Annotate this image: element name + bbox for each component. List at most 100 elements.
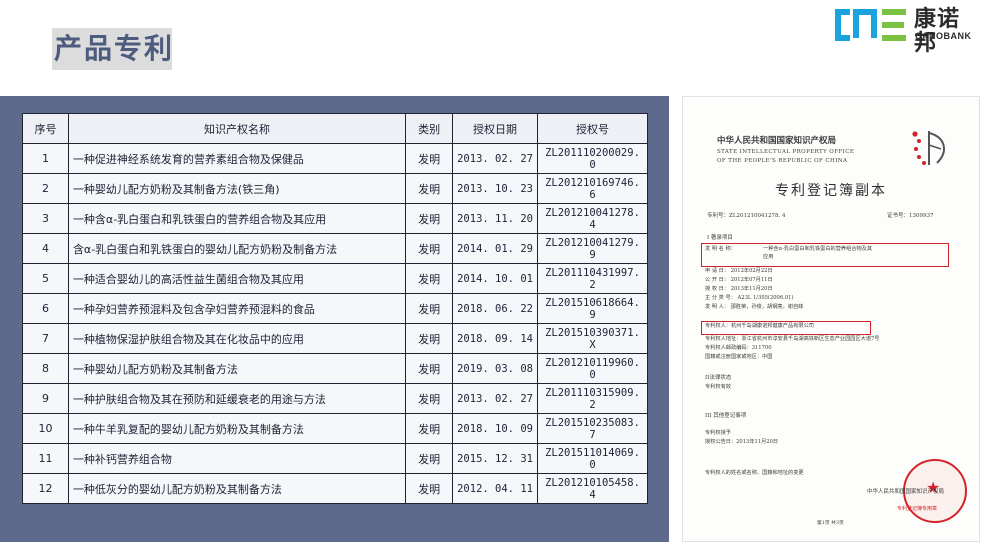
cell-name: 一种促进神经系统发育的营养素组合物及保健品: [67, 143, 407, 174]
cell-grant-date: 2018. 09. 14: [452, 323, 538, 354]
cell-grant-number: ZL201210105458. 4: [536, 473, 649, 504]
cell-grant-number: ZL201210169746. 6: [536, 173, 649, 204]
cell-category: 发明: [405, 173, 454, 204]
cell-category: 发明: [405, 143, 454, 174]
table-row: 4 含α-乳白蛋白和乳铁蛋白的婴幼儿配方奶粉及制备方法 发明 2014. 01.…: [22, 233, 649, 264]
cell-index: 3: [22, 203, 69, 234]
header-category: 类别: [405, 113, 454, 144]
cell-grant-date: 2013. 02. 27: [452, 143, 538, 174]
cell-category: 发明: [405, 443, 454, 474]
table-row: 8 一种婴幼儿配方奶粉及其制备方法 发明 2019. 03. 08 ZL2012…: [22, 353, 649, 384]
header-name: 知识产权名称: [67, 113, 407, 144]
patent-table: 序号 知识产权名称 类别 授权日期 授权号 1 一种促进神经系统发育的营养素组合…: [22, 113, 649, 504]
cell-grant-number: ZL201510618664. 9: [536, 293, 649, 324]
page-title: 产品专利: [54, 32, 175, 65]
cell-name: 一种补钙营养组合物: [67, 443, 407, 474]
table-row: 12 一种低灰分的婴幼儿配方奶粉及其制备方法 发明 2012. 04. 11 Z…: [22, 473, 649, 504]
table-row: 2 一种婴幼儿配方奶粉及其制备方法(铁三角) 发明 2013. 10. 23 Z…: [22, 173, 649, 204]
table-row: 10 一种牛羊乳复配的婴幼儿配方奶粉及其制备方法 发明 2018. 10. 09…: [22, 413, 649, 444]
cell-index: 10: [22, 413, 69, 444]
table-row: 9 一种护肤组合物及其在预防和延缓衰老的用途与方法 发明 2013. 02. 2…: [22, 383, 649, 414]
cell-category: 发明: [405, 413, 454, 444]
cell-category: 发明: [405, 473, 454, 504]
logo-mark-icon: [835, 9, 906, 41]
cell-category: 发明: [405, 353, 454, 384]
cell-grant-date: 2015. 12. 31: [452, 443, 538, 474]
cell-grant-number: ZL201210041279. 9: [536, 233, 649, 264]
cell-grant-number: ZL201511014069. 0: [536, 443, 649, 474]
cell-index: 7: [22, 323, 69, 354]
cert-ipc: 主 分 类 号： A23L 1/305(2006.01): [705, 295, 794, 301]
cert-invention-name-1: 一种含α-乳白蛋白和乳铁蛋白的营养组合物及其: [763, 246, 873, 252]
logo-name-en: CANOBANK: [915, 31, 972, 41]
cell-index: 5: [22, 263, 69, 294]
cell-category: 发明: [405, 263, 454, 294]
cell-grant-number: ZL201510235083. 7: [536, 413, 649, 444]
cert-apply-date: 申 请 日： 2012年02月22日: [705, 268, 773, 274]
cert-address: 专利权人地址：浙江省杭州市淳安县千岛湖高铁新区生态产业园园区大道7号: [705, 336, 880, 342]
cell-grant-date: 2018. 06. 22: [452, 293, 538, 324]
cell-grant-date: 2013. 10. 23: [452, 173, 538, 204]
cert-doc-title: 专利登记簿副本: [775, 183, 887, 199]
cell-grant-date: 2012. 04. 11: [452, 473, 538, 504]
cell-grant-date: 2013. 02. 27: [452, 383, 538, 414]
cert-office-cn: 中华人民共和国国家知识产权局: [717, 136, 837, 146]
cert-changes: 专利权人的姓名或名称、国籍和地址的变更: [705, 470, 804, 476]
cell-name: 含α-乳白蛋白和乳铁蛋白的婴幼儿配方奶粉及制备方法: [67, 233, 407, 264]
table-header-row: 序号 知识产权名称 类别 授权日期 授权号: [22, 113, 649, 144]
brand-logo: 康诺邦 CANOBANK: [834, 8, 980, 56]
cell-name: 一种适合婴幼儿的高活性益生菌组合物及其应用: [67, 263, 407, 294]
cert-office-en-1: STATE INTELLECTUAL PROPERTY OFFICE: [717, 149, 855, 155]
cell-grant-date: 2019. 03. 08: [452, 353, 538, 384]
table-row: 3 一种含α-乳白蛋白和乳铁蛋白的营养组合物及其应用 发明 2013. 11. …: [22, 203, 649, 234]
cert-invention-label: 发 明 名 称：: [705, 246, 736, 252]
cell-grant-date: 2014. 01. 29: [452, 233, 538, 264]
cell-name: 一种护肤组合物及其在预防和延缓衰老的用途与方法: [67, 383, 407, 414]
cert-section-3: III 其他登记事项: [705, 413, 747, 419]
cell-grant-date: 2014. 10. 01: [452, 263, 538, 294]
cell-category: 发明: [405, 203, 454, 234]
table-row: 11 一种补钙营养组合物 发明 2015. 12. 31 ZL201511014…: [22, 443, 649, 474]
cell-index: 1: [22, 143, 69, 174]
table-row: 6 一种孕妇营养预混料及包含孕妇营养预混料的食品 发明 2018. 06. 22…: [22, 293, 649, 324]
cell-name: 一种孕妇营养预混料及包含孕妇营养预混料的食品: [67, 293, 407, 324]
cert-grant-date: 授 权 日： 2013年11月20日: [705, 286, 773, 292]
cell-grant-number: ZL201210119960. 0: [536, 353, 649, 384]
cert-owner: 专利权人：杭州千岛湖康诺邦健康产品有限公司: [705, 323, 814, 329]
header-index: 序号: [22, 113, 69, 144]
cell-grant-number: ZL201110200029. 0: [536, 143, 649, 174]
cert-inventors: 发 明 人： 邵胜荣，孙俊，胡钢亮，谢自妹: [705, 304, 804, 310]
cnipa-emblem-icon: [912, 131, 945, 165]
cell-index: 8: [22, 353, 69, 384]
cert-status: 专利权有效: [705, 384, 731, 390]
cell-name: 一种植物保湿护肤组合物及其在化妆品中的应用: [67, 323, 407, 354]
cert-patent-no: 专利号：ZL201210041278. 4: [707, 213, 786, 219]
cert-postcode: 专利权人邮政编码：311700: [705, 345, 772, 351]
cert-cert-no: 证书号：1309937: [887, 213, 934, 219]
cert-grant-title: 专利权授予: [705, 430, 731, 436]
cell-name: 一种低灰分的婴幼儿配方奶粉及其制备方法: [67, 473, 407, 504]
cell-name: 一种婴幼儿配方奶粉及其制备方法: [67, 353, 407, 384]
cell-category: 发明: [405, 293, 454, 324]
cert-page-info: 第1页 共3页: [817, 521, 844, 526]
cell-grant-date: 2013. 11. 20: [452, 203, 538, 234]
cert-section-1: I 著录项目: [707, 235, 733, 241]
cert-section-2: II法律状态: [705, 375, 732, 381]
table-row: 1 一种促进神经系统发育的营养素组合物及保健品 发明 2013. 02. 27 …: [22, 143, 649, 174]
table-row: 5 一种适合婴幼儿的高活性益生菌组合物及其应用 发明 2014. 10. 01 …: [22, 263, 649, 294]
cell-index: 12: [22, 473, 69, 504]
cell-name: 一种牛羊乳复配的婴幼儿配方奶粉及其制备方法: [67, 413, 407, 444]
cert-invention-name-2: 应用: [763, 254, 774, 260]
cell-index: 2: [22, 173, 69, 204]
cell-index: 11: [22, 443, 69, 474]
cell-grant-date: 2018. 10. 09: [452, 413, 538, 444]
cell-category: 发明: [405, 233, 454, 264]
table-row: 7 一种植物保湿护肤组合物及其在化妆品中的应用 发明 2018. 09. 14 …: [22, 323, 649, 354]
cert-region: 国籍或注册国家或地区：中国: [705, 354, 773, 360]
cert-grant-text: 授权公告日：2013年11月20日: [705, 439, 779, 445]
cell-name: 一种含α-乳白蛋白和乳铁蛋白的营养组合物及其应用: [67, 203, 407, 234]
cell-grant-number: ZL201510390371. X: [536, 323, 649, 354]
cert-footer-issuer: 中华人民共和国国家知识产权局: [867, 489, 945, 495]
cell-category: 发明: [405, 323, 454, 354]
cell-index: 4: [22, 233, 69, 264]
